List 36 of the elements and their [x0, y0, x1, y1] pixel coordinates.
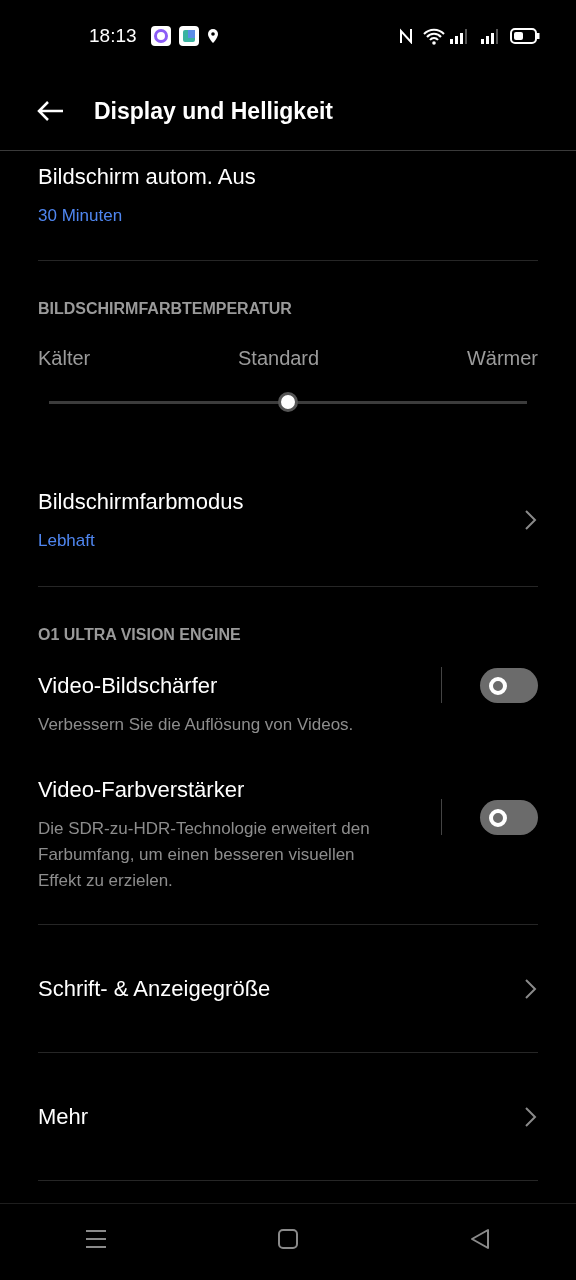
- item-title: Bildschirm autom. Aus: [38, 163, 257, 192]
- item-title: Video-Farbverstärker: [38, 776, 246, 804]
- back-icon[interactable]: [469, 1227, 491, 1250]
- item-title: Mehr: [38, 1103, 90, 1131]
- signal-icon: [481, 28, 499, 44]
- back-icon[interactable]: [36, 100, 64, 122]
- item-description: Verbessern Sie die Auflösung von Videos.: [38, 714, 355, 736]
- settings-item[interactable]: Bildschirm autom. Aus 30 Minuten: [38, 151, 538, 261]
- settings-item[interactable]: Schrift- & Anzeigegröße: [38, 925, 538, 1053]
- toggle-switch[interactable]: [480, 667, 538, 703]
- menu-icon[interactable]: [85, 1228, 107, 1249]
- settings-item[interactable]: Bildschirmfarbmodus Lebhaft: [38, 453, 538, 587]
- nfc-icon: [399, 28, 413, 44]
- item-title: Video-Bildschärfer: [38, 672, 219, 700]
- slider-label: Standard: [238, 346, 320, 371]
- slider-thumb[interactable]: [278, 392, 298, 412]
- item-title: Bildschirmfarbmodus: [38, 488, 245, 517]
- wifi-icon: [423, 27, 445, 45]
- signal-icon: [450, 28, 468, 44]
- slider-label: Kälter: [38, 346, 91, 371]
- item-value: 30 Minuten: [38, 205, 124, 228]
- location-icon: [207, 29, 218, 43]
- section-header: O1 ULTRA VISION ENGINE: [38, 625, 242, 645]
- app-icon: [150, 26, 171, 46]
- section-header: BILDSCHIRMFARBTEMPERATUR: [38, 299, 293, 319]
- battery-icon: [510, 28, 540, 44]
- slider-label: Wärmer: [466, 346, 538, 371]
- toggle-switch[interactable]: [480, 799, 538, 835]
- item-value: Lebhaft: [38, 530, 96, 553]
- page-title: Display und Helligkeit: [94, 96, 333, 126]
- status-time: 18:13: [89, 23, 137, 48]
- home-icon[interactable]: [277, 1227, 299, 1250]
- item-title: Schrift- & Anzeigegröße: [38, 975, 272, 1003]
- item-description: Die SDR-zu-HDR-Technologie erweitert den Farbumfang, um einen besseren visuellen Effekt zu erzielen.: [38, 818, 371, 892]
- settings-item[interactable]: Mehr: [38, 1053, 538, 1181]
- app-icon: [178, 26, 199, 46]
